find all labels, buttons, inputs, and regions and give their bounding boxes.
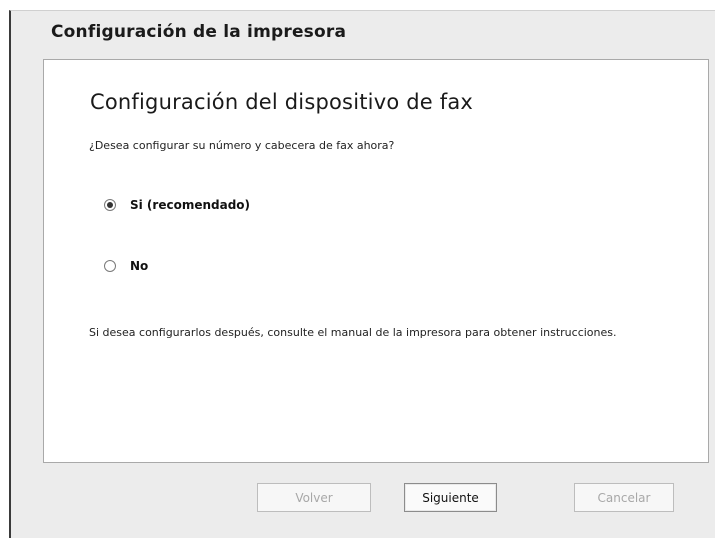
- radio-no[interactable]: [104, 260, 116, 272]
- back-button[interactable]: Volver: [257, 483, 371, 512]
- radio-yes[interactable]: [104, 199, 116, 211]
- panel-heading: Configuración del dispositivo de fax: [90, 90, 474, 114]
- setup-question: ¿Desea configurar su número y cabecera d…: [89, 139, 395, 152]
- option-yes-recommended[interactable]: Si (recomendado): [104, 198, 250, 212]
- window-title: Configuración de la impresora: [51, 22, 347, 42]
- option-yes-label: Si (recomendado): [130, 198, 251, 212]
- instructions-note: Si desea configurarlos después, consulte…: [89, 326, 617, 339]
- option-no[interactable]: No: [104, 259, 148, 273]
- fax-setup-panel: Configuración del dispositivo de fax ¿De…: [43, 59, 709, 463]
- printer-setup-window: Configuración de la impresora Configurac…: [9, 10, 715, 538]
- option-no-label: No: [130, 259, 149, 273]
- cancel-button[interactable]: Cancelar: [574, 483, 674, 512]
- next-button[interactable]: Siguiente: [404, 483, 497, 512]
